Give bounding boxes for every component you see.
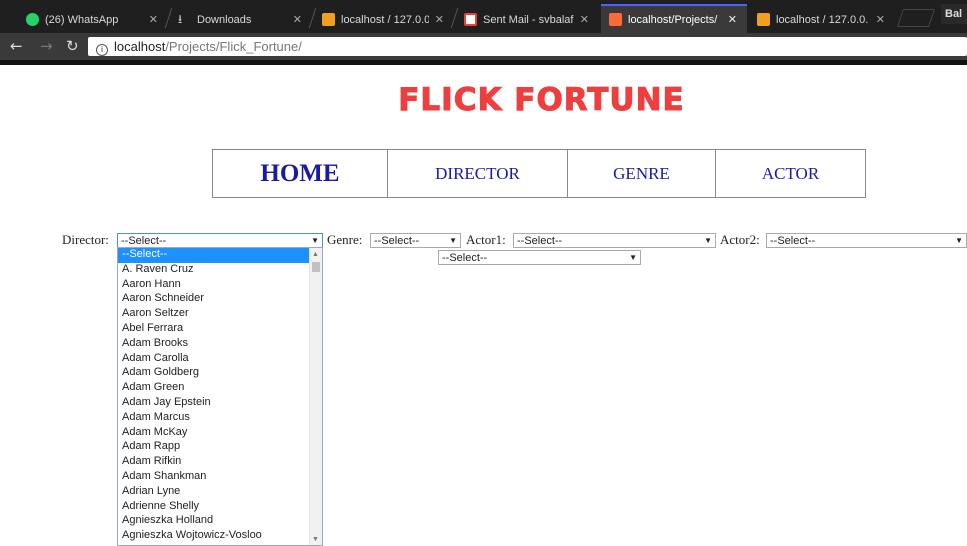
close-icon[interactable]: ✕ (293, 13, 302, 26)
dropdown-scrollbar[interactable]: ▲ ▼ (309, 248, 322, 545)
director-option[interactable]: Agnieszka Holland (118, 514, 322, 529)
tab-title: localhost / 127.0.0. (776, 13, 869, 26)
director-option[interactable]: Aaron Schneider (118, 292, 322, 307)
director-option[interactable]: Adam Brooks (118, 337, 322, 352)
close-icon[interactable]: ✕ (728, 13, 737, 26)
url-host: localhost (114, 39, 166, 54)
director-option[interactable]: Abel Ferrara (118, 322, 322, 337)
tab-title: (26) WhatsApp (45, 13, 119, 26)
director-option[interactable]: Adrienne Shelly (118, 500, 322, 515)
dropdown-arrow-icon: ▼ (955, 236, 963, 245)
dropdown-arrow-icon: ▼ (449, 236, 457, 245)
director-option[interactable]: Adam Marcus (118, 411, 322, 426)
director-option[interactable]: Adam Green (118, 381, 322, 396)
gmail-icon (464, 13, 477, 26)
info-icon[interactable]: i (96, 44, 108, 56)
director-option[interactable]: Adam McKay (118, 426, 322, 441)
actor1-label: Actor1: (466, 232, 506, 247)
director-option[interactable]: Adam Rifkin (118, 455, 322, 470)
director-label: Director: (62, 232, 109, 247)
director-dropdown-list: --Select-- A. Raven Cruz Aaron Hann Aaro… (117, 247, 323, 546)
nav-genre[interactable]: GENRE (568, 150, 716, 197)
tab-phpmyadmin-2[interactable]: localhost / 127.0.0. ✕ (749, 6, 895, 33)
close-icon[interactable]: ✕ (149, 13, 158, 26)
scroll-down-icon[interactable]: ▼ (312, 535, 319, 543)
director-option[interactable]: A. Raven Cruz (118, 263, 322, 278)
genre-select-value: --Select-- (374, 235, 420, 247)
phpmyadmin-icon (322, 13, 335, 26)
extra-select-value: --Select-- (442, 252, 488, 264)
tab-title: localhost/Projects/ (628, 13, 718, 26)
url-path: /Projects/Flick_Fortune/ (165, 39, 302, 54)
nav-home[interactable]: HOME (213, 150, 388, 197)
actor1-select-value: --Select-- (517, 235, 563, 247)
dropdown-arrow-icon: ▼ (629, 253, 637, 262)
tab-phpmyadmin-1[interactable]: localhost / 127.0.0. ✕ (314, 6, 454, 33)
browser-toolbar: ← → ↻ i localhost/Projects/Flick_Fortune/ (0, 33, 967, 60)
browser-tab-strip: (26) WhatsApp ✕ ⭳ Downloads ✕ localhost … (0, 0, 967, 33)
director-select[interactable]: --Select-- ▼ (117, 233, 323, 248)
nav-director[interactable]: DIRECTOR (388, 150, 568, 197)
tab-title: localhost / 127.0.0. (341, 13, 429, 26)
reload-icon[interactable]: ↻ (66, 38, 79, 54)
dropdown-arrow-icon: ▼ (311, 236, 319, 245)
toolbar-divider (0, 60, 967, 65)
tab-whatsapp[interactable]: (26) WhatsApp ✕ (18, 6, 168, 33)
main-nav: HOME DIRECTOR GENRE ACTOR (212, 149, 866, 198)
tab-downloads[interactable]: ⭳ Downloads ✕ (170, 6, 312, 33)
actor1-select[interactable]: --Select-- ▼ (513, 233, 716, 248)
director-option[interactable]: Adam Goldberg (118, 366, 322, 381)
new-tab-button[interactable] (897, 9, 935, 27)
director-option[interactable]: Adam Carolla (118, 352, 322, 367)
address-bar[interactable]: i localhost/Projects/Flick_Fortune/ (88, 37, 967, 56)
director-option[interactable]: Aaron Seltzer (118, 307, 322, 322)
site-logo: FLICK FORTUNE (398, 82, 685, 119)
scroll-up-icon[interactable]: ▲ (312, 250, 319, 258)
director-option[interactable]: Adam Shankman (118, 470, 322, 485)
close-icon[interactable]: ✕ (876, 13, 885, 26)
genre-select[interactable]: --Select-- ▼ (370, 233, 461, 248)
tab-title: Sent Mail - svbalaf (483, 13, 574, 26)
director-select-value: --Select-- (121, 235, 167, 247)
director-option[interactable]: --Select-- (118, 248, 322, 263)
back-arrow-icon[interactable]: ← (10, 38, 23, 54)
tab-flick-fortune[interactable]: localhost/Projects/ ✕ (601, 4, 747, 33)
close-icon[interactable]: ✕ (580, 13, 589, 26)
director-option[interactable]: Adam Jay Epstein (118, 396, 322, 411)
director-option[interactable]: Agnieszka Wojtowicz-Vosloo (118, 529, 322, 544)
actor2-label: Actor2: (720, 232, 760, 247)
genre-label: Genre: (327, 232, 363, 247)
extra-select[interactable]: --Select-- ▼ (438, 250, 641, 265)
scrollbar-thumb[interactable] (312, 262, 320, 272)
nav-actor[interactable]: ACTOR (716, 150, 865, 197)
dropdown-arrow-icon: ▼ (704, 236, 712, 245)
actor2-select[interactable]: --Select-- ▼ (766, 233, 967, 248)
whatsapp-icon (26, 13, 39, 26)
phpmyadmin-icon (757, 13, 770, 26)
actor2-select-value: --Select-- (770, 235, 816, 247)
download-icon: ⭳ (178, 12, 183, 26)
forward-arrow-icon[interactable]: → (40, 38, 53, 54)
profile-button[interactable]: Bal (941, 4, 967, 24)
director-option[interactable]: Aaron Hann (118, 278, 322, 293)
tab-title: Downloads (197, 13, 252, 26)
page-favicon-icon (609, 13, 622, 26)
director-option[interactable]: Adam Rapp (118, 440, 322, 455)
tab-gmail[interactable]: Sent Mail - svbalaf ✕ (456, 6, 599, 33)
director-option[interactable]: Adrian Lyne (118, 485, 322, 500)
close-icon[interactable]: ✕ (435, 13, 444, 26)
